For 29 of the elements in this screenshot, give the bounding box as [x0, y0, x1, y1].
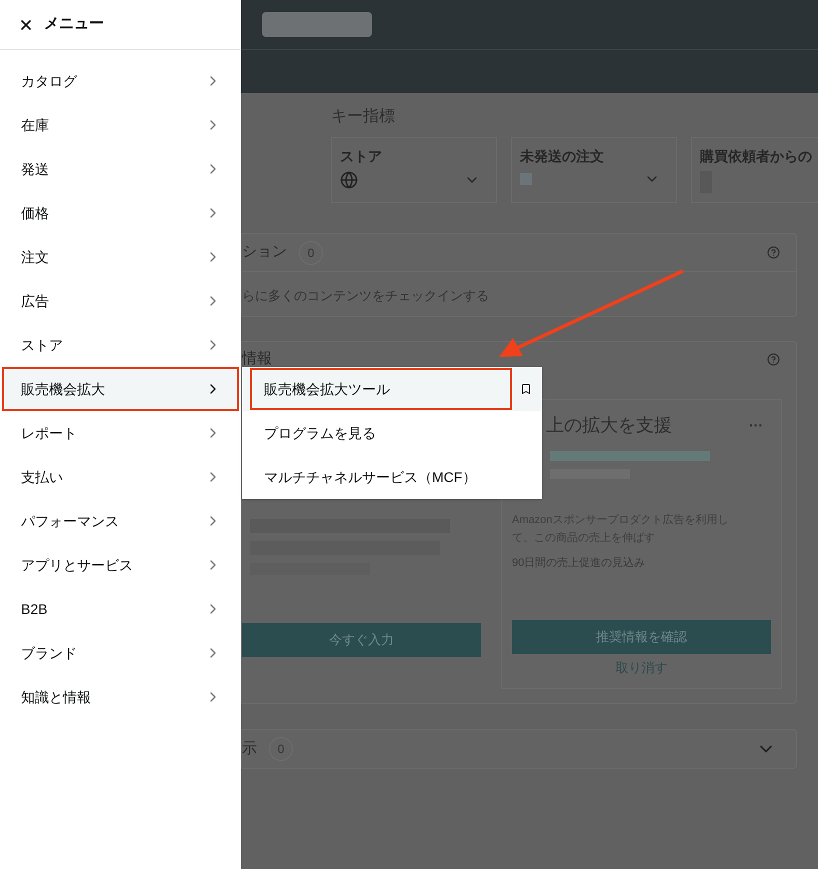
menu-item[interactable]: 支払い — [2, 455, 239, 499]
menu-title: メニュー — [44, 14, 104, 34]
globe-icon — [340, 171, 358, 189]
menu-item[interactable]: アプリとサービス — [2, 543, 239, 587]
submenu-item[interactable]: 販売機会拡大ツール — [242, 367, 542, 411]
bookmark-icon[interactable] — [520, 383, 532, 395]
menu-item[interactable]: ブランド — [2, 631, 239, 675]
help-icon[interactable] — [767, 353, 780, 366]
help-icon[interactable] — [767, 246, 780, 259]
menu-item[interactable]: 販売機会拡大 — [2, 367, 239, 411]
card-title: 情報 — [242, 349, 272, 370]
menu-item[interactable]: 広告 — [2, 279, 239, 323]
menu-item[interactable]: 注文 — [2, 235, 239, 279]
menu-item[interactable]: ストア — [2, 323, 239, 367]
menu-item[interactable]: パフォーマンス — [2, 499, 239, 543]
submenu-item[interactable]: プログラムを見る — [242, 411, 542, 455]
menu-item[interactable]: 知識と情報 — [2, 675, 239, 719]
metric-title: 購買依頼者からの — [700, 147, 813, 166]
menu-item[interactable]: B2B — [2, 587, 239, 631]
submenu-item[interactable]: マルチチャネルサービス（MCF） — [242, 455, 542, 499]
card-title: ション — [242, 242, 287, 262]
card-title: 示 — [242, 738, 257, 759]
menu-item[interactable]: 価格 — [2, 191, 239, 235]
menu-item[interactable]: 発送 — [2, 147, 239, 191]
menu-item[interactable]: 在庫 — [2, 103, 239, 147]
metric-title: 未発送の注文 — [520, 147, 605, 166]
menu-item[interactable]: レポート — [2, 411, 239, 455]
menu-item[interactable]: カタログ — [2, 59, 239, 103]
metric-title: ストア — [340, 147, 383, 166]
